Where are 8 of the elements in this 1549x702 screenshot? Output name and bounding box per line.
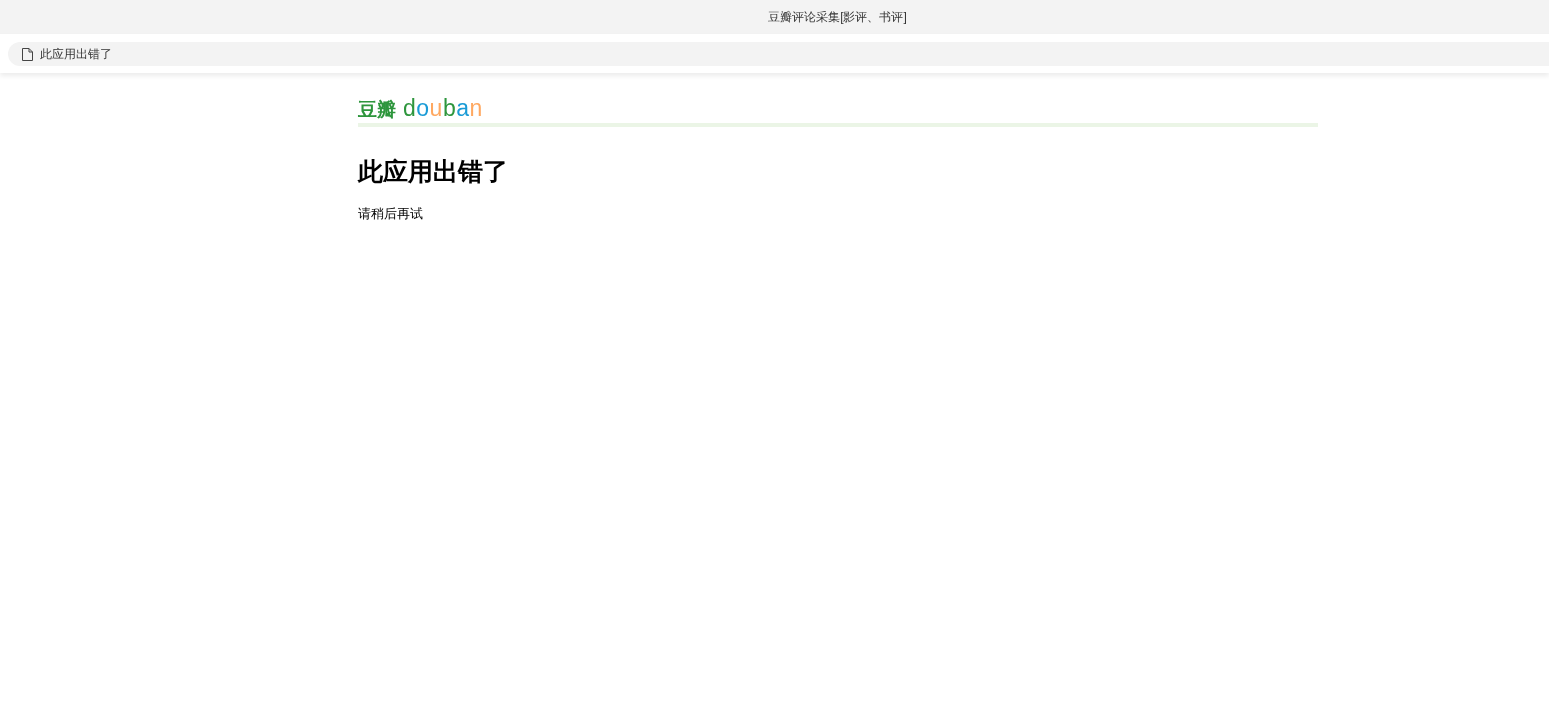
- file-icon: [22, 47, 33, 61]
- address-bar[interactable]: 此应用出错了: [8, 42, 1549, 66]
- logo-wordmark: douban: [403, 97, 483, 119]
- logo-mark: 豆瓣: [358, 99, 396, 121]
- error-message: 请稍后再试: [358, 205, 424, 223]
- window-title: 豆瓣评论采集[影评、书评]: [768, 8, 907, 26]
- error-heading: 此应用出错了: [358, 156, 509, 187]
- page-title-text: 此应用出错了: [40, 45, 112, 63]
